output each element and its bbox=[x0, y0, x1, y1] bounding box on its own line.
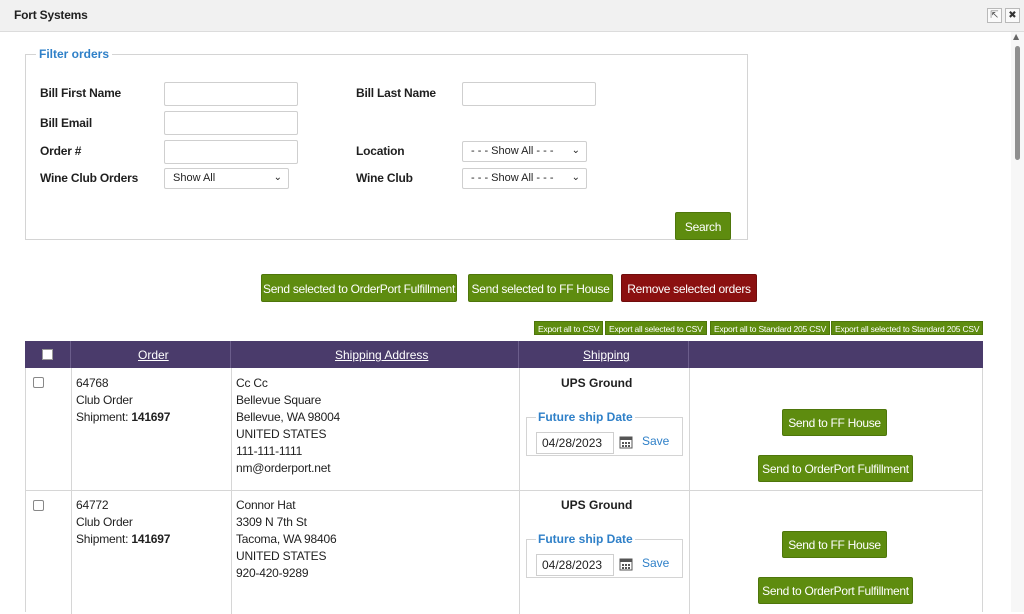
future-ship-date-legend: Future ship Date bbox=[538, 410, 633, 424]
shipping-header-cell: Shipping bbox=[519, 341, 689, 368]
ship-date-input[interactable]: 04/28/2023 bbox=[536, 554, 614, 576]
shipping-column-header[interactable]: Shipping bbox=[583, 348, 630, 362]
row-select-checkbox[interactable] bbox=[33, 500, 44, 511]
shipping-method: UPS Ground bbox=[561, 376, 633, 390]
chevron-down-icon: ⌄ bbox=[571, 145, 580, 156]
column-divider bbox=[519, 491, 520, 614]
remove-selected-orders-button[interactable]: Remove selected orders bbox=[621, 274, 757, 302]
address-line: Connor Hat bbox=[236, 498, 296, 512]
send-to-ff-house-button[interactable]: Send to FF House bbox=[782, 409, 887, 436]
calendar-icon[interactable] bbox=[619, 557, 633, 571]
bill-last-name-label: Bill Last Name bbox=[356, 86, 436, 100]
shipment-info: Shipment: 141697 bbox=[76, 531, 170, 548]
future-ship-date-legend: Future ship Date bbox=[538, 532, 633, 546]
column-divider bbox=[71, 368, 72, 490]
column-divider bbox=[71, 491, 72, 614]
table-row: 64772 Club Order Shipment: 141697 Connor… bbox=[26, 491, 982, 614]
shipping-address-column-header[interactable]: Shipping Address bbox=[335, 348, 428, 362]
bill-email-label: Bill Email bbox=[40, 116, 93, 130]
location-label: Location bbox=[356, 144, 405, 158]
address-line: 920-420-9289 bbox=[236, 566, 309, 580]
shipment-info: Shipment: 141697 bbox=[76, 409, 170, 426]
order-number: 64768 bbox=[76, 376, 109, 390]
send-to-orderport-button[interactable]: Send to OrderPort Fulfillment bbox=[758, 455, 913, 482]
chevron-down-icon: ⌄ bbox=[571, 172, 580, 183]
shipment-number: 141697 bbox=[131, 532, 171, 546]
wine-club-select[interactable]: - - - Show All - - - ⌄ bbox=[462, 168, 587, 189]
scroll-up-icon[interactable]: ▲ bbox=[1013, 32, 1019, 41]
address-line: Tacoma, WA 98406 bbox=[236, 532, 337, 546]
save-link[interactable]: Save bbox=[642, 434, 669, 448]
close-icon[interactable]: ✖ bbox=[1005, 8, 1020, 23]
column-divider bbox=[231, 368, 232, 490]
address-line: nm@orderport.net bbox=[236, 461, 331, 475]
future-ship-date-group: Future ship Date 04/28/2023 Save bbox=[526, 532, 683, 578]
calendar-icon[interactable] bbox=[619, 435, 633, 449]
actions-header-cell bbox=[689, 341, 983, 368]
filter-legend: Filter orders bbox=[39, 47, 110, 61]
wine-club-orders-label: Wine Club Orders bbox=[40, 171, 139, 185]
wine-club-select-value: - - - Show All - - - bbox=[471, 172, 554, 184]
wine-club-orders-select-value: Show All bbox=[173, 172, 216, 184]
select-all-cell bbox=[25, 341, 71, 368]
send-selected-ff-house-button[interactable]: Send selected to FF House bbox=[468, 274, 613, 302]
address-line: 3309 N 7th St bbox=[236, 515, 307, 529]
order-number: 64772 bbox=[76, 498, 109, 512]
shipping-method: UPS Ground bbox=[561, 498, 633, 512]
order-number-input[interactable] bbox=[164, 140, 298, 164]
column-divider bbox=[689, 368, 690, 490]
address-line: Bellevue, WA 98004 bbox=[236, 410, 341, 424]
order-type: Club Order bbox=[76, 393, 133, 407]
export-all-205-csv-button[interactable]: Export all to Standard 205 CSV bbox=[710, 321, 831, 335]
table-row: 64768 Club Order Shipment: 141697 Cc Cc … bbox=[26, 368, 982, 491]
address-line: 111-111-1111 bbox=[236, 444, 303, 458]
export-all-csv-button[interactable]: Export all to CSV bbox=[534, 321, 604, 335]
order-header-cell: Order bbox=[71, 341, 231, 368]
search-button[interactable]: Search bbox=[675, 212, 731, 240]
bill-first-name-input[interactable] bbox=[164, 82, 298, 106]
export-selected-205-csv-button[interactable]: Export all selected to Standard 205 CSV bbox=[831, 321, 984, 335]
orders-table-header: Order Shipping Address Shipping bbox=[25, 341, 983, 368]
address-line: UNITED STATES bbox=[236, 427, 327, 441]
app-title: Fort Systems bbox=[14, 8, 88, 22]
order-type: Club Order bbox=[76, 515, 133, 529]
vertical-scrollbar[interactable]: ▲ bbox=[1011, 32, 1024, 612]
scroll-thumb[interactable] bbox=[1015, 46, 1020, 160]
send-to-ff-house-button[interactable]: Send to FF House bbox=[782, 531, 887, 558]
order-column-header[interactable]: Order bbox=[138, 348, 169, 362]
chevron-down-icon: ⌄ bbox=[273, 172, 282, 183]
row-select-checkbox[interactable] bbox=[33, 377, 44, 388]
wine-club-orders-select[interactable]: Show All ⌄ bbox=[164, 168, 289, 189]
select-all-checkbox[interactable] bbox=[42, 349, 53, 360]
popout-icon[interactable]: ⇱ bbox=[987, 8, 1002, 23]
export-selected-csv-button[interactable]: Export all selected to CSV bbox=[605, 321, 707, 335]
bill-first-name-label: Bill First Name bbox=[40, 86, 122, 100]
shipment-number: 141697 bbox=[131, 410, 171, 424]
save-link[interactable]: Save bbox=[642, 556, 669, 570]
address-line: Cc Cc bbox=[236, 376, 268, 390]
column-divider bbox=[689, 491, 690, 614]
send-to-orderport-button[interactable]: Send to OrderPort Fulfillment bbox=[758, 577, 913, 604]
bill-last-name-input[interactable] bbox=[462, 82, 596, 106]
bill-email-input[interactable] bbox=[164, 111, 298, 135]
address-line: Bellevue Square bbox=[236, 393, 322, 407]
location-select-value: - - - Show All - - - bbox=[471, 145, 554, 157]
column-divider bbox=[519, 368, 520, 490]
address-line: UNITED STATES bbox=[236, 549, 327, 563]
future-ship-date-group: Future ship Date 04/28/2023 Save bbox=[526, 410, 683, 456]
location-select[interactable]: - - - Show All - - - ⌄ bbox=[462, 141, 587, 162]
wine-club-label: Wine Club bbox=[356, 171, 413, 185]
send-selected-orderport-button[interactable]: Send selected to OrderPort Fulfillment bbox=[261, 274, 457, 302]
shipment-label: Shipment: bbox=[76, 532, 132, 546]
column-divider bbox=[231, 491, 232, 614]
ship-date-input[interactable]: 04/28/2023 bbox=[536, 432, 614, 454]
filter-orders-panel: Filter orders Bill First Name Bill Last … bbox=[25, 47, 748, 240]
order-number-label: Order # bbox=[40, 144, 82, 158]
shipment-label: Shipment: bbox=[76, 410, 132, 424]
window-titlebar: Fort Systems ⇱ ✖ bbox=[0, 0, 1024, 32]
address-header-cell: Shipping Address bbox=[231, 341, 519, 368]
orders-table-body: 64768 Club Order Shipment: 141697 Cc Cc … bbox=[25, 368, 983, 614]
